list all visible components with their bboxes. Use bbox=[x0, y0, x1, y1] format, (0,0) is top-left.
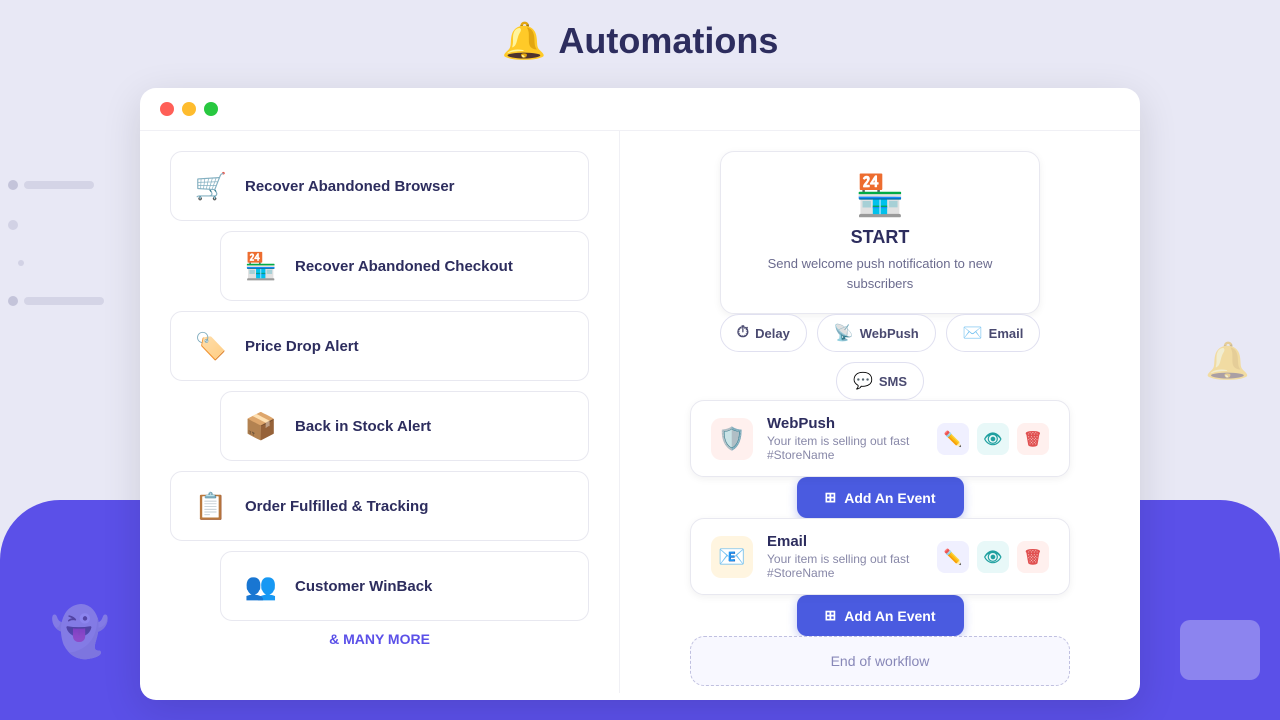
email-event-icon: 📧 bbox=[718, 544, 745, 570]
webpush-event-content: WebPush Your item is selling out fast #S… bbox=[767, 415, 923, 462]
page-header: 🔔 Automations bbox=[0, 20, 1280, 62]
automation-item-customer-winback[interactable]: 👥 Customer WinBack bbox=[220, 551, 589, 621]
add-event-label-2: Add An Event bbox=[844, 608, 935, 624]
page-title-text: Automations bbox=[558, 20, 778, 62]
delay-label: Delay bbox=[755, 326, 790, 341]
start-card: 🏪 START Send welcome push notification t… bbox=[720, 151, 1040, 314]
item-icon-price-drop-alert: 🏷️ bbox=[191, 326, 231, 366]
webpush-label: WebPush bbox=[860, 326, 919, 341]
webpush-event-actions: ✏️ 👁 🗑 bbox=[937, 423, 1049, 455]
add-event-icon-2: ⊞ bbox=[825, 607, 837, 624]
email-label: Email bbox=[989, 326, 1024, 341]
item-icon-recover-abandoned-checkout: 🏪 bbox=[241, 246, 281, 286]
item-label-customer-winback: Customer WinBack bbox=[295, 578, 432, 595]
item-icon-recover-abandoned-browser: 🛒 bbox=[191, 166, 231, 206]
start-label: START bbox=[751, 227, 1009, 248]
item-icon-order-fulfilled: 📋 bbox=[191, 486, 231, 526]
automation-item-order-fulfilled[interactable]: 📋 Order Fulfilled & Tracking bbox=[170, 471, 589, 541]
email-delete-button[interactable]: 🗑 bbox=[1017, 541, 1049, 573]
automation-item-back-in-stock[interactable]: 📦 Back in Stock Alert bbox=[220, 391, 589, 461]
automation-item-price-drop-alert[interactable]: 🏷️ Price Drop Alert bbox=[170, 311, 589, 381]
many-more-link[interactable]: & MANY MORE bbox=[170, 631, 589, 647]
email-view-button[interactable]: 👁 bbox=[977, 541, 1009, 573]
webpush-event-type: WebPush bbox=[767, 415, 923, 432]
webpush-view-button[interactable]: 👁 bbox=[977, 423, 1009, 455]
right-panel: 🏪 START Send welcome push notification t… bbox=[620, 131, 1140, 693]
webpush-event-icon: 🛡️ bbox=[718, 426, 745, 452]
start-store-icon: 🏪 bbox=[751, 172, 1009, 219]
chrome-dot-yellow[interactable] bbox=[182, 102, 196, 116]
sms-icon: 💬 bbox=[853, 371, 873, 391]
webpush-delete-button[interactable]: 🗑 bbox=[1017, 423, 1049, 455]
email-icon: ✉️ bbox=[963, 323, 983, 343]
end-workflow[interactable]: End of workflow bbox=[690, 636, 1070, 686]
add-event-button-2[interactable]: ⊞ Add An Event bbox=[797, 595, 964, 636]
email-edit-button[interactable]: ✏️ bbox=[937, 541, 969, 573]
action-btn-webpush[interactable]: 📡 WebPush bbox=[817, 314, 936, 352]
webpush-event-subtitle: Your item is selling out fast #StoreName bbox=[767, 434, 923, 462]
add-event-label-1: Add An Event bbox=[844, 490, 935, 506]
automation-item-recover-abandoned-browser[interactable]: 🛒 Recover Abandoned Browser bbox=[170, 151, 589, 221]
item-icon-customer-winback: 👥 bbox=[241, 566, 281, 606]
window-body: 🛒 Recover Abandoned Browser 🏪 Recover Ab… bbox=[140, 131, 1140, 693]
event-node-email: 📧 Email Your item is selling out fast #S… bbox=[690, 518, 1070, 595]
action-btn-email[interactable]: ✉️ Email bbox=[946, 314, 1041, 352]
start-description: Send welcome push notification to new su… bbox=[751, 254, 1009, 293]
header-bell-icon: 🔔 bbox=[502, 20, 547, 62]
item-label-order-fulfilled: Order Fulfilled & Tracking bbox=[245, 498, 428, 515]
item-label-recover-abandoned-browser: Recover Abandoned Browser bbox=[245, 178, 455, 195]
add-event-icon-1: ⊞ bbox=[825, 489, 837, 506]
webpush-icon: 📡 bbox=[834, 323, 854, 343]
action-btn-sms[interactable]: 💬 SMS bbox=[836, 362, 924, 400]
ghost-decoration: 👻 bbox=[50, 603, 110, 660]
webpush-edit-button[interactable]: ✏️ bbox=[937, 423, 969, 455]
add-event-button-1[interactable]: ⊞ Add An Event bbox=[797, 477, 964, 518]
left-panel: 🛒 Recover Abandoned Browser 🏪 Recover Ab… bbox=[140, 131, 620, 693]
event-node-webpush: 🛡️ WebPush Your item is selling out fast… bbox=[690, 400, 1070, 477]
email-event-actions: ✏️ 👁 🗑 bbox=[937, 541, 1049, 573]
sms-label: SMS bbox=[879, 374, 907, 389]
item-label-recover-abandoned-checkout: Recover Abandoned Checkout bbox=[295, 258, 513, 275]
email-event-type: Email bbox=[767, 533, 923, 550]
item-label-price-drop-alert: Price Drop Alert bbox=[245, 338, 359, 355]
email-event-icon-wrapper: 📧 bbox=[711, 536, 753, 578]
action-btn-delay[interactable]: ⏱ Delay bbox=[720, 314, 807, 352]
webpush-event-icon-wrapper: 🛡️ bbox=[711, 418, 753, 460]
corner-card-decoration bbox=[1180, 620, 1260, 680]
sidebar-decoration bbox=[0, 180, 104, 306]
delay-icon: ⏱ bbox=[737, 324, 749, 342]
item-label-back-in-stock: Back in Stock Alert bbox=[295, 418, 431, 435]
automation-list: 🛒 Recover Abandoned Browser 🏪 Recover Ab… bbox=[170, 151, 589, 621]
page-title: 🔔 Automations bbox=[0, 20, 1280, 62]
item-icon-back-in-stock: 📦 bbox=[241, 406, 281, 446]
chrome-dot-red[interactable] bbox=[160, 102, 174, 116]
main-window: 🛒 Recover Abandoned Browser 🏪 Recover Ab… bbox=[140, 88, 1140, 700]
window-chrome bbox=[140, 88, 1140, 131]
automation-item-recover-abandoned-checkout[interactable]: 🏪 Recover Abandoned Checkout bbox=[220, 231, 589, 301]
email-event-subtitle: Your item is selling out fast #StoreName bbox=[767, 552, 923, 580]
action-buttons-row: ⏱ Delay 📡 WebPush ✉️ Email 💬 SMS bbox=[690, 314, 1070, 400]
bell-decoration: 🔔 bbox=[1205, 340, 1250, 382]
chrome-dot-green[interactable] bbox=[204, 102, 218, 116]
email-event-content: Email Your item is selling out fast #Sto… bbox=[767, 533, 923, 580]
